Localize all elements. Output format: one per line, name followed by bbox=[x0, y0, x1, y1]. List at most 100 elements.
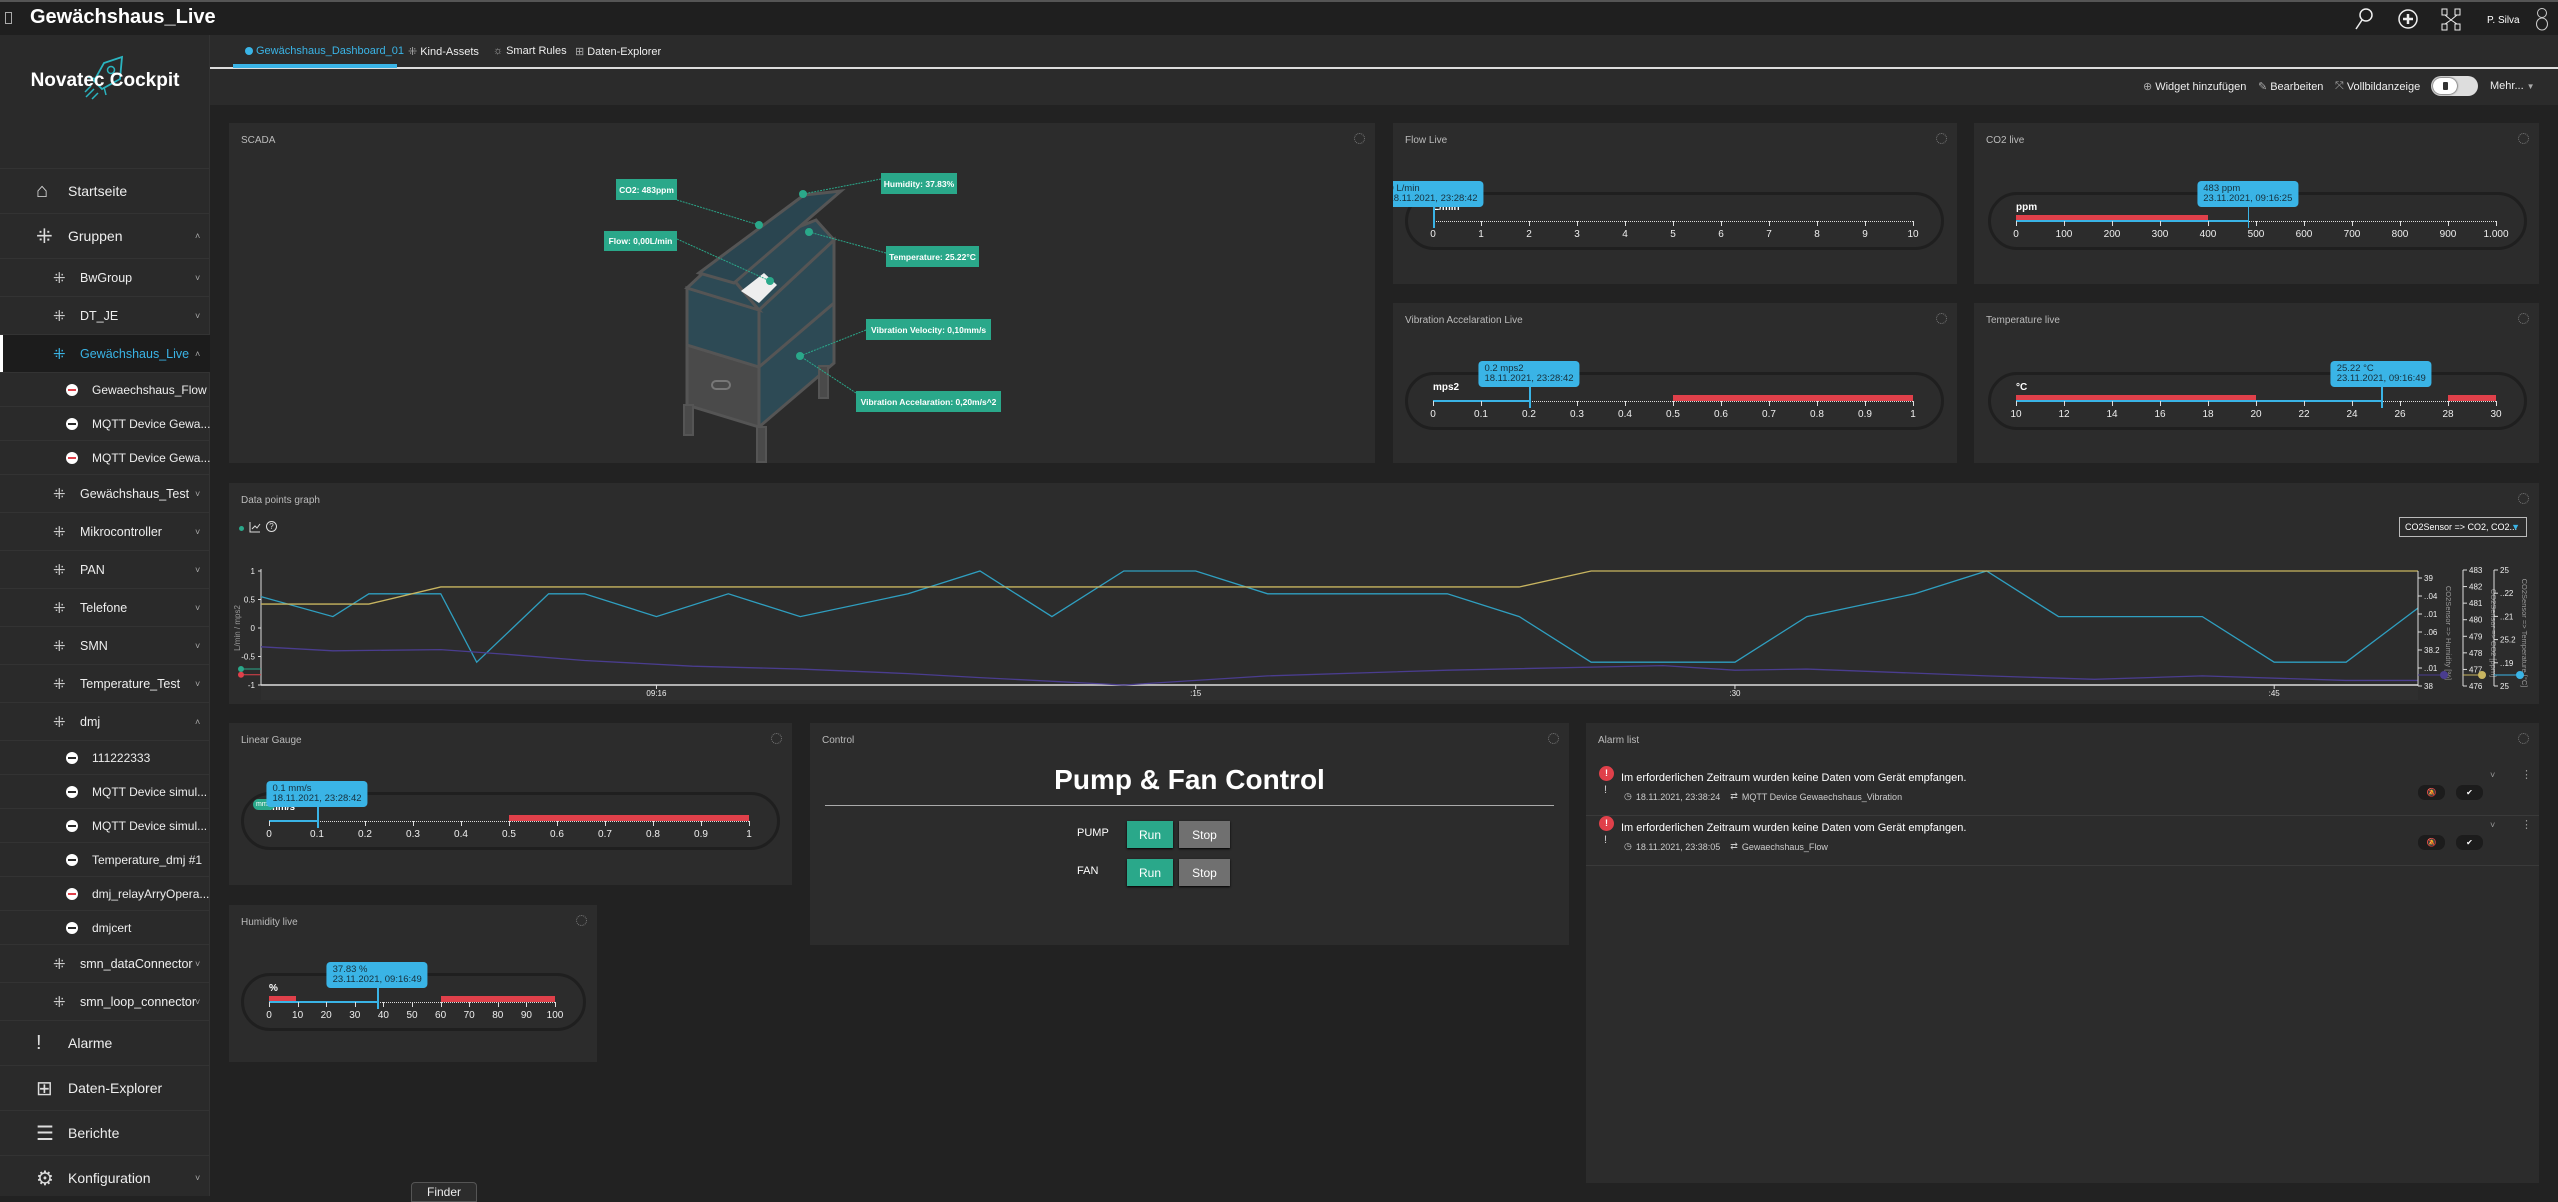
user-name[interactable]: P. Silva bbox=[2487, 15, 2520, 26]
group-network-icon: ⁜ bbox=[53, 523, 66, 541]
gear-icon[interactable] bbox=[1936, 313, 1947, 324]
tab-daten-explorer[interactable]: ⊞ Daten-Explorer bbox=[575, 45, 661, 59]
humidity-sensor-dot[interactable] bbox=[799, 190, 807, 198]
sidebar-item-gew-chshaus-test[interactable]: ⁜ Gewächshaus_Test ˅ bbox=[0, 474, 210, 512]
tab-dashboard[interactable]: Gewächshaus_Dashboard_01 bbox=[245, 45, 404, 57]
chevron-down-icon[interactable]: ˅ bbox=[195, 641, 200, 651]
sidebar-item-pan[interactable]: ⁜ PAN ˅ bbox=[0, 550, 210, 588]
sidebar-item-mikrocontroller[interactable]: ⁜ Mikrocontroller ˅ bbox=[0, 512, 210, 550]
chevron-down-icon[interactable]: ˅ bbox=[195, 565, 200, 575]
tick-mark bbox=[1721, 401, 1722, 406]
more-dropdown[interactable]: Mehr... ▼ bbox=[2490, 80, 2535, 92]
sidebar-item-gew-chshaus-live[interactable]: ⁜ Gewächshaus_Live ˄ bbox=[0, 334, 210, 372]
gear-icon[interactable] bbox=[1548, 733, 1559, 744]
tab-kind-assets[interactable]: ⁜ Kind-Assets bbox=[408, 45, 479, 59]
sidebar-item-daten-explorer[interactable]: ⊞ Daten-Explorer bbox=[0, 1065, 210, 1110]
hierarchy-icon[interactable] bbox=[2440, 7, 2462, 31]
sidebar-item-temperature-dmj-1[interactable]: Temperature_dmj #1 bbox=[0, 842, 210, 876]
fan-run-button[interactable]: Run bbox=[1127, 859, 1173, 886]
mute-alarm-button[interactable]: 🔕 bbox=[2418, 835, 2445, 850]
gear-icon[interactable] bbox=[771, 733, 782, 744]
co2-sensor-dot[interactable] bbox=[755, 221, 763, 229]
chevron-up-icon[interactable]: ˄ bbox=[195, 349, 200, 359]
tick-mark bbox=[557, 821, 558, 826]
gear-icon[interactable] bbox=[576, 915, 587, 926]
sidebar-item-smn[interactable]: ⁜ SMN ˅ bbox=[0, 626, 210, 664]
menu-toggle-icon[interactable] bbox=[5, 12, 12, 24]
sidebar-item-telefone[interactable]: ⁜ Telefone ˅ bbox=[0, 588, 210, 626]
sidebar-item-111222333[interactable]: 111222333 bbox=[0, 740, 210, 774]
finder-tab[interactable]: Finder bbox=[411, 1182, 477, 1202]
tick-mark bbox=[2016, 401, 2017, 406]
alarm-item[interactable]: !! Im erforderlichen Zeitraum wurden kein… bbox=[1586, 816, 2539, 866]
chevron-up-icon[interactable]: ˄ bbox=[195, 231, 200, 241]
chevron-down-icon[interactable]: ˅ bbox=[2490, 820, 2495, 830]
chevron-down-icon[interactable]: ˅ bbox=[195, 679, 200, 689]
sidebar-item-berichte[interactable]: ☰ Berichte bbox=[0, 1110, 210, 1155]
kebab-menu-icon[interactable]: ⋮ bbox=[2521, 768, 2532, 781]
explorer-icon: ⊞ bbox=[575, 46, 585, 58]
sidebar-item-temperature-test[interactable]: ⁜ Temperature_Test ˅ bbox=[0, 664, 210, 702]
flow-live-widget: Flow Live012345678910L/min0 L/min18.11.2… bbox=[1393, 123, 1957, 284]
alarm-device-link[interactable]: Gewaechshaus_Flow bbox=[1742, 842, 1828, 852]
flow-sensor-dot[interactable] bbox=[766, 277, 774, 285]
sidebar-item-gruppen[interactable]: ⁜ Gruppen ˄ bbox=[0, 213, 210, 258]
sidebar-item-alarme[interactable]: ! Alarme bbox=[0, 1020, 210, 1065]
gear-icon[interactable] bbox=[1936, 133, 1947, 144]
chevron-down-icon[interactable]: ˅ bbox=[195, 489, 200, 499]
search-icon[interactable] bbox=[2354, 7, 2374, 31]
chevron-down-icon[interactable]: ˅ bbox=[195, 997, 200, 1007]
sidebar-item-label: dmj bbox=[80, 714, 101, 729]
chevron-down-icon[interactable]: ˅ bbox=[195, 527, 200, 537]
add-widget-button[interactable]: ⊕ Widget hinzufügen bbox=[2143, 80, 2246, 94]
sidebar-item-mqtt-device-simul-[interactable]: MQTT Device simul... bbox=[0, 808, 210, 842]
series-line-1 bbox=[261, 570, 2418, 605]
tick-label: 12 bbox=[2058, 409, 2070, 420]
tick-mark bbox=[354, 1002, 356, 1007]
pump-stop-button[interactable]: Stop bbox=[1179, 821, 1230, 848]
acknowledge-alarm-button[interactable]: ✔ bbox=[2456, 785, 2483, 800]
user-icon[interactable] bbox=[2535, 6, 2549, 32]
sidebar-item-konfiguration[interactable]: ⚙ Konfiguration ˅ bbox=[0, 1155, 210, 1200]
temperature-sensor-dot[interactable] bbox=[805, 228, 813, 236]
kebab-menu-icon[interactable]: ⋮ bbox=[2521, 818, 2532, 831]
sidebar-item-bwgroup[interactable]: ⁜ BwGroup ˅ bbox=[0, 258, 210, 296]
chevron-down-icon[interactable]: ˅ bbox=[195, 603, 200, 613]
sidebar-item-gewaechshaus-flow[interactable]: Gewaechshaus_Flow bbox=[0, 372, 210, 406]
sidebar-item-mqtt-device-gewa-[interactable]: MQTT Device Gewa... bbox=[0, 406, 210, 440]
tick-label: 0.7 bbox=[598, 829, 612, 840]
sidebar-item-dmjcert[interactable]: dmjcert bbox=[0, 910, 210, 944]
acknowledge-alarm-button[interactable]: ✔ bbox=[2456, 835, 2483, 850]
fullscreen-button[interactable]: ⤧ Vollbildanzeige bbox=[2335, 80, 2420, 93]
sidebar-item-smn-loop-connector[interactable]: ⁜ smn_loop_connector ˅ bbox=[0, 982, 210, 1020]
sidebar-item-mqtt-device-gewa-[interactable]: MQTT Device Gewa... bbox=[0, 440, 210, 474]
chevron-down-icon[interactable]: ˅ bbox=[195, 1173, 200, 1183]
plus-circle-icon[interactable] bbox=[2397, 8, 2419, 30]
gear-icon[interactable] bbox=[2518, 133, 2529, 144]
chevron-up-icon[interactable]: ˄ bbox=[195, 717, 200, 727]
sidebar-item-dmj[interactable]: ⁜ dmj ˄ bbox=[0, 702, 210, 740]
gauge-scale: 10 12 14 16 18 20 22 24 26 28 30 °C 25.22 °C 23.11.20… bbox=[2010, 361, 2502, 430]
lock-toggle[interactable] bbox=[2431, 76, 2478, 96]
edit-button[interactable]: ✎ Bearbeiten bbox=[2258, 80, 2323, 94]
sidebar-item-startseite[interactable]: ⌂ Startseite bbox=[0, 168, 210, 213]
sidebar-item-dt-je[interactable]: ⁜ DT_JE ˅ bbox=[0, 296, 210, 334]
mute-alarm-button[interactable]: 🔕 bbox=[2418, 785, 2445, 800]
sidebar-item-smn-dataconnector[interactable]: ⁜ smn_dataConnector ˅ bbox=[0, 944, 210, 982]
pump-run-button[interactable]: Run bbox=[1127, 821, 1173, 848]
sidebar-item-dmj-relayarryopera-[interactable]: dmj_relayArryOpera... bbox=[0, 876, 210, 910]
sidebar-item-mqtt-device-simul-[interactable]: MQTT Device simul... bbox=[0, 774, 210, 808]
fan-stop-button[interactable]: Stop bbox=[1179, 859, 1230, 886]
tick-label: 40 bbox=[377, 1010, 389, 1021]
gear-icon[interactable] bbox=[2518, 313, 2529, 324]
chevron-down-icon[interactable]: ˅ bbox=[195, 959, 200, 969]
chevron-down-icon[interactable]: ˅ bbox=[2490, 770, 2495, 780]
alarm-item[interactable]: !! Im erforderlichen Zeitraum wurden kein… bbox=[1586, 766, 2539, 816]
vibration-sensor-dot[interactable] bbox=[796, 352, 804, 360]
chevron-down-icon[interactable]: ˅ bbox=[195, 273, 200, 283]
data-points-chart[interactable]: 1 0.5 0 -0.5 -1 L/min / mps2 09:16:15:30:45 39.… bbox=[229, 483, 2539, 704]
tab-smart-rules[interactable]: ☼ Smart Rules bbox=[493, 45, 567, 57]
alarm-device-link[interactable]: MQTT Device Gewaechshaus_Vibration bbox=[1742, 792, 1902, 802]
gear-icon[interactable] bbox=[2518, 733, 2529, 744]
chevron-down-icon[interactable]: ˅ bbox=[195, 311, 200, 321]
